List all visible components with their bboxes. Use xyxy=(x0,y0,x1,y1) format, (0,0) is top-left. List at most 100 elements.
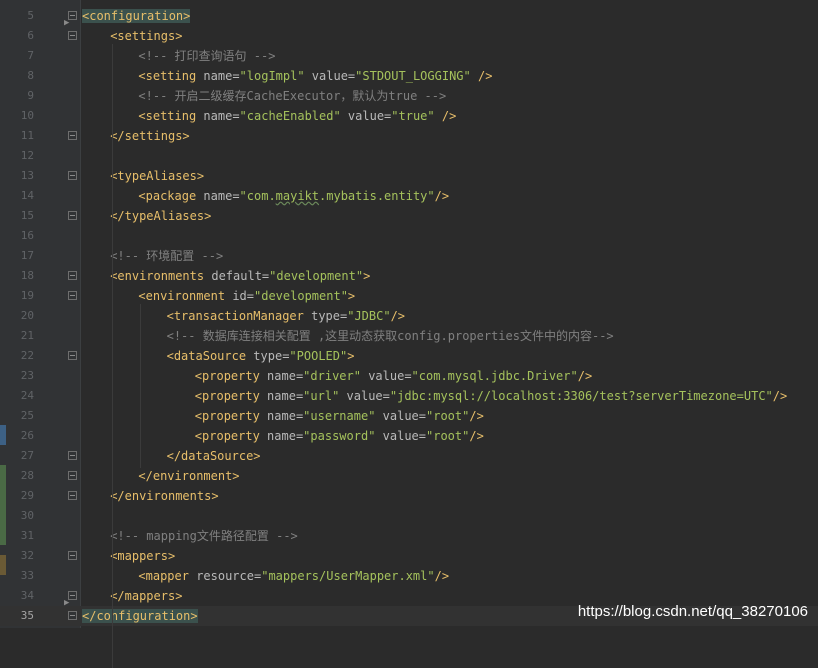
code-line[interactable]: 29 </environments> xyxy=(0,486,818,506)
code-token: "url" xyxy=(303,389,340,403)
code-line[interactable]: 18 <environments default="development"> xyxy=(0,266,818,286)
code-token: type= xyxy=(253,349,290,363)
code-line[interactable]: 15 </typeAliases> xyxy=(0,206,818,226)
code-line[interactable]: 9 <!-- 开启二级缓存CacheExecutor，默认为true --> xyxy=(0,86,818,106)
code-line[interactable]: 33 <mapper resource="mappers/UserMapper.x… xyxy=(0,566,818,586)
code-text: <!-- 数据库连接相关配置 ,这里动态获取config.properties文… xyxy=(167,326,614,346)
line-number: 12 xyxy=(20,149,34,162)
code-line[interactable]: 30 xyxy=(0,506,818,526)
fold-toggle-icon[interactable] xyxy=(68,491,77,500)
code-editor[interactable]: 5 <configuration> 6 <settings> 7 <!-- 打印查询语句 … xyxy=(0,0,818,668)
code-text: <!-- 开启二级缓存CacheExecutor，默认为true --> xyxy=(138,86,446,106)
code-token: "com. xyxy=(239,189,276,203)
line-number: 7 xyxy=(27,49,34,62)
code-line[interactable]: 24 <property name="url" value="jdbc:mysql… xyxy=(0,386,818,406)
fold-toggle-icon[interactable] xyxy=(68,271,77,280)
code-token: value= xyxy=(339,389,390,403)
line-number: 15 xyxy=(20,209,34,222)
code-line[interactable]: 7 <!-- 打印查询语句 --> xyxy=(0,46,818,66)
code-token: "development" xyxy=(269,269,364,283)
line-number: 31 xyxy=(20,529,34,542)
line-number: 13 xyxy=(20,169,34,182)
code-line[interactable]: 28 </environment> xyxy=(0,466,818,486)
line-number: 17 xyxy=(20,249,34,262)
code-text: <setting name="cacheEnabled" value="true… xyxy=(138,106,456,126)
code-token: <transactionManager xyxy=(166,309,312,323)
fold-toggle-icon[interactable] xyxy=(68,131,77,140)
code-line[interactable]: 17 <!-- 环境配置 --> xyxy=(0,246,818,266)
code-token: <!-- 数据库连接相关配置 ,这里动态获取config.properties文… xyxy=(166,329,614,343)
code-token: "com.mysql.jdbc.Driver" xyxy=(411,369,578,383)
code-token: </configuration> xyxy=(82,609,198,623)
code-line[interactable]: 21 <!-- 数据库连接相关配置 ,这里动态获取config.propertie… xyxy=(0,326,818,346)
code-text: </configuration> xyxy=(82,606,198,626)
code-text: </environment> xyxy=(138,466,239,486)
code-token: <property xyxy=(194,369,268,383)
code-text: </environments> xyxy=(110,486,218,506)
code-line[interactable]: 10 <setting name="cacheEnabled" value="tr… xyxy=(0,106,818,126)
code-line[interactable]: 6 <settings> xyxy=(0,26,818,46)
fold-toggle-icon[interactable] xyxy=(68,31,77,40)
code-text: <transactionManager type="JDBC"/> xyxy=(167,306,405,326)
code-line[interactable]: 12 xyxy=(0,146,818,166)
code-line[interactable]: 22 <dataSource type="POOLED"> xyxy=(0,346,818,366)
code-token: value= xyxy=(360,369,412,383)
code-token: </environments> xyxy=(110,489,219,503)
code-text: <setting name="logImpl" value="STDOUT_LO… xyxy=(138,66,492,86)
line-number: 35 xyxy=(20,609,34,622)
fold-toggle-icon[interactable] xyxy=(68,471,77,480)
code-text: <!-- 打印查询语句 --> xyxy=(138,46,275,66)
code-line[interactable]: 5 <configuration> xyxy=(0,6,818,26)
code-text: <settings> xyxy=(110,26,182,46)
line-number: 9 xyxy=(27,89,34,102)
fold-toggle-icon[interactable] xyxy=(68,211,77,220)
code-token: <dataSource xyxy=(166,349,254,363)
code-token: <property xyxy=(194,389,268,403)
code-line[interactable]: 25 <property name="username" value="root"… xyxy=(0,406,818,426)
code-token: value= xyxy=(304,69,356,83)
code-line[interactable]: 26 <property name="password" value="root"… xyxy=(0,426,818,446)
code-text: <property name="password" value="root"/> xyxy=(195,426,484,446)
code-token: "username" xyxy=(303,409,376,423)
code-text: <mappers> xyxy=(110,546,175,566)
fold-toggle-icon[interactable] xyxy=(68,551,77,560)
code-line[interactable]: 16 xyxy=(0,226,818,246)
code-text: </settings> xyxy=(110,126,189,146)
fold-toggle-icon[interactable] xyxy=(68,611,77,620)
code-line[interactable]: 20 <transactionManager type="JDBC"/> xyxy=(0,306,818,326)
code-token: /> xyxy=(434,109,457,123)
code-token: "JDBC" xyxy=(347,309,391,323)
fold-toggle-icon[interactable] xyxy=(68,351,77,360)
code-line[interactable]: 8 <setting name="logImpl" value="STDOUT_L… xyxy=(0,66,818,86)
code-line[interactable]: 13 <typeAliases> xyxy=(0,166,818,186)
line-number: 27 xyxy=(20,449,34,462)
line-number: 21 xyxy=(20,329,34,342)
line-number: 14 xyxy=(20,189,34,202)
code-token: <property xyxy=(194,429,268,443)
code-token: type= xyxy=(311,309,348,323)
code-token: <!-- 开启二级缓存CacheExecutor，默认为true --> xyxy=(138,89,447,103)
fold-toggle-icon[interactable] xyxy=(68,171,77,180)
code-token: <settings> xyxy=(110,29,183,43)
code-line[interactable]: 32 <mappers> xyxy=(0,546,818,566)
code-token: <mappers> xyxy=(110,549,176,563)
code-token: name= xyxy=(203,109,240,123)
code-line[interactable]: 11 </settings> xyxy=(0,126,818,146)
code-line[interactable]: 14 <package name="com.mayikt.mybatis.enti… xyxy=(0,186,818,206)
code-text: <property name="driver" value="com.mysql… xyxy=(195,366,592,386)
code-token: </settings> xyxy=(110,129,190,143)
fold-toggle-icon[interactable] xyxy=(68,451,77,460)
code-line[interactable]: 19 <environment id="development"> xyxy=(0,286,818,306)
code-line[interactable]: 23 <property name="driver" value="com.mys… xyxy=(0,366,818,386)
code-line[interactable]: 27 </dataSource> xyxy=(0,446,818,466)
code-text: <environment id="development"> xyxy=(138,286,355,306)
code-token: <!-- 打印查询语句 --> xyxy=(138,49,276,63)
code-line[interactable]: 31 <!-- mapping文件路径配置 --> xyxy=(0,526,818,546)
code-text: <!-- 环境配置 --> xyxy=(110,246,223,266)
line-number: 19 xyxy=(20,289,34,302)
fold-toggle-icon[interactable] xyxy=(68,291,77,300)
code-token: <!-- 环境配置 --> xyxy=(110,249,224,263)
code-token: default= xyxy=(211,269,270,283)
fold-arrow-icon[interactable]: ▶ xyxy=(64,598,72,608)
fold-arrow-icon[interactable]: ▶ xyxy=(64,18,72,28)
